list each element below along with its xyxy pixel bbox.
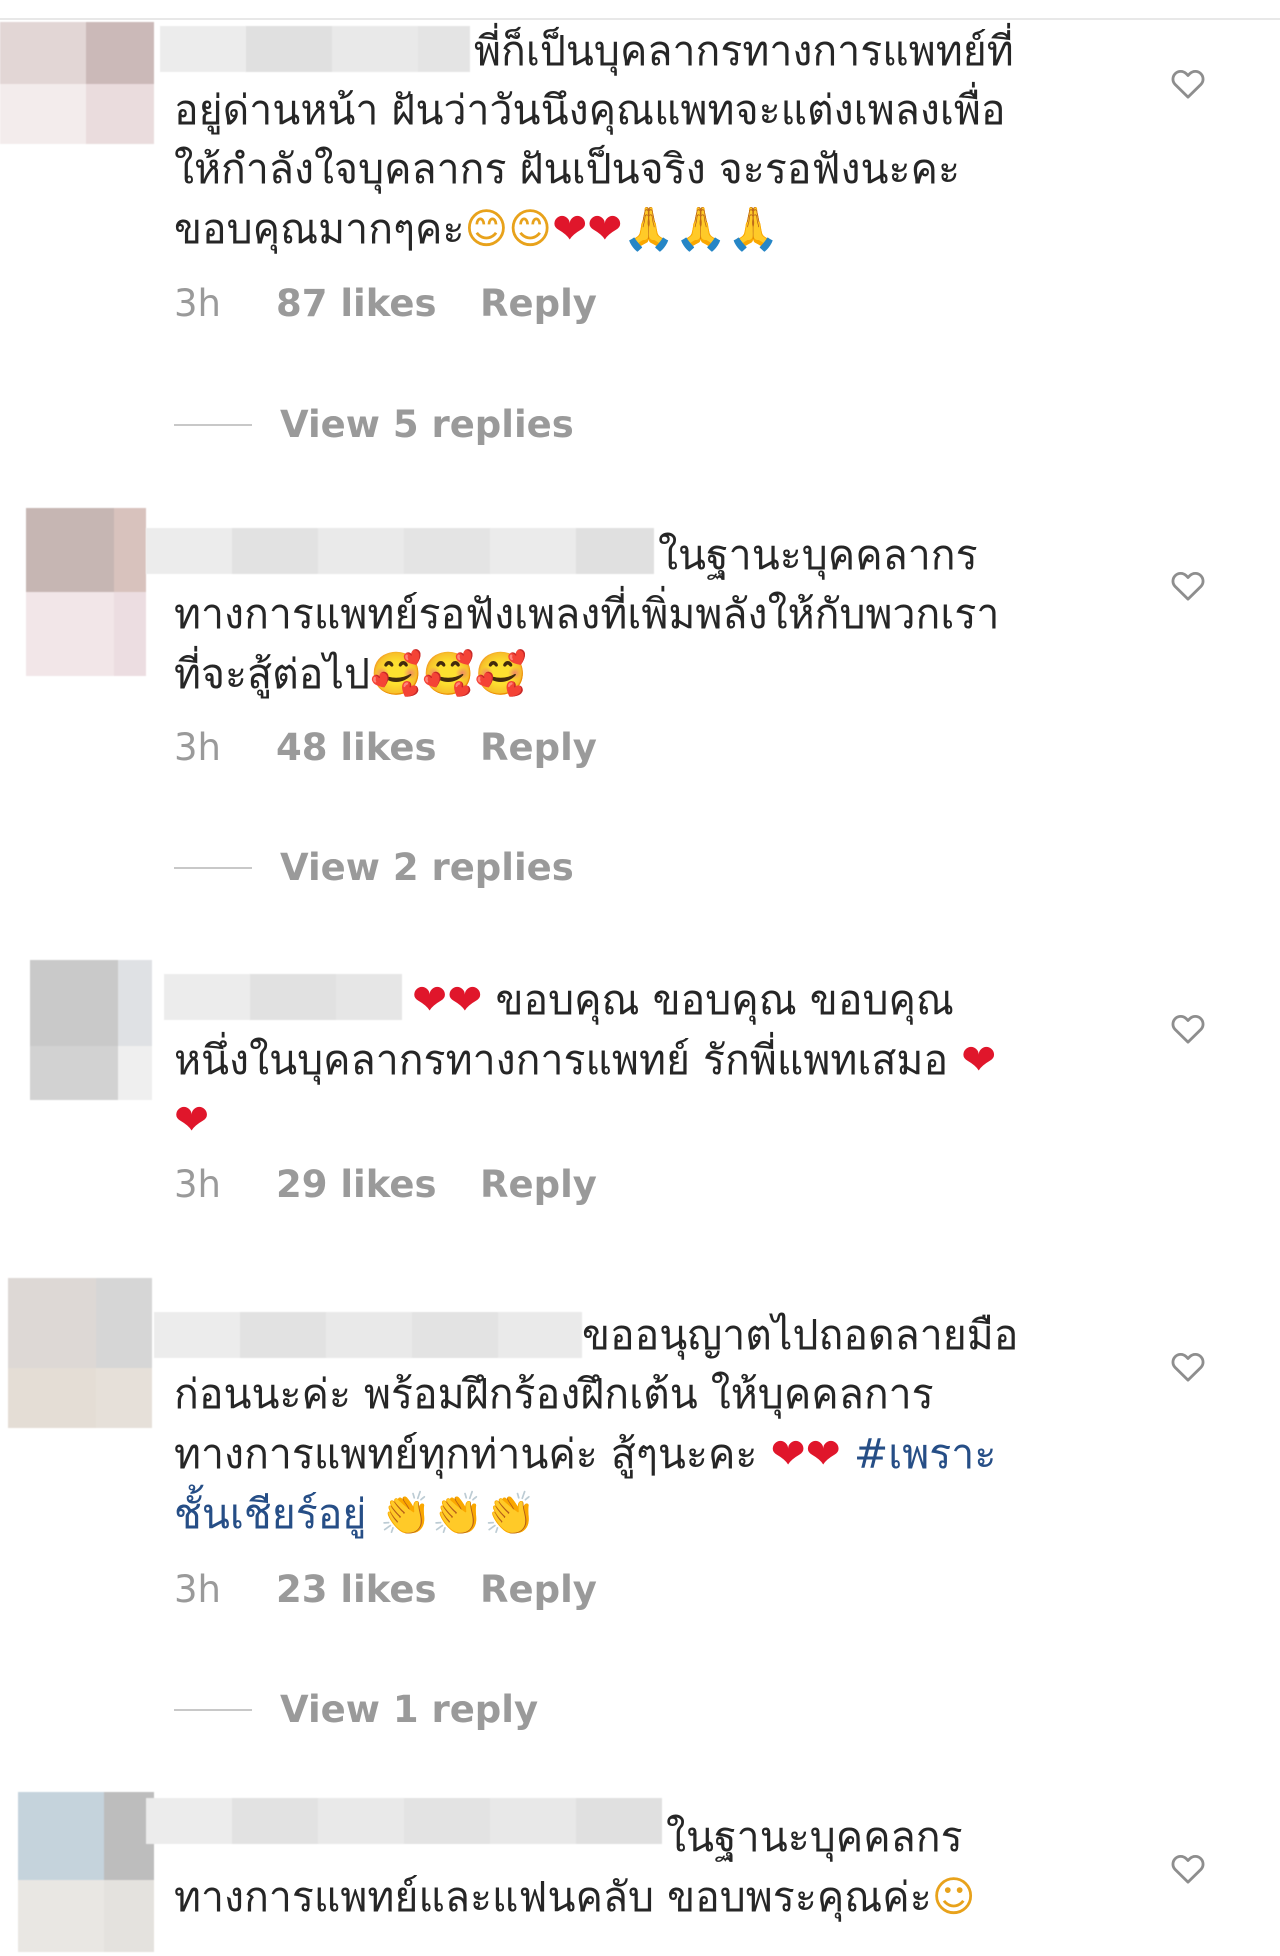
comment-text-line: ให้กำลังใจบุคลากร ฝันเป็นจริง จะรอฟังนะค… xyxy=(174,145,961,193)
heart-emoji: ❤ xyxy=(552,204,588,253)
clapping-emoji: 👏 xyxy=(379,1489,432,1538)
smile-emoji: ☺ xyxy=(931,1872,976,1921)
pray-emoji: 🙏 xyxy=(622,204,675,253)
comment-text-segment: ขอบคุณมากๆคะ xyxy=(174,205,465,253)
comment-meta: 3h 29 likes Reply xyxy=(174,1163,597,1206)
comment-text-segment: ที่จะสู้ต่อไป xyxy=(174,650,370,698)
comment-text-line: ชั้นเชียร์อยู่ 👏👏👏 xyxy=(174,1484,1094,1544)
top-divider xyxy=(0,18,1280,20)
clapping-emoji: 👏 xyxy=(484,1489,537,1538)
avatar[interactable] xyxy=(18,1792,154,1952)
likes-count[interactable]: 23 likes xyxy=(276,1568,480,1611)
comment-time: 3h xyxy=(174,1568,221,1611)
view-replies-label: View 1 reply xyxy=(280,1688,539,1731)
avatar[interactable] xyxy=(0,22,154,144)
comment-text-segment: ทางการแพทย์ทุกท่านค่ะ สู้ๆนะคะ xyxy=(174,1430,758,1478)
comment-text-line: ขออนุญาตไปถอดลายมือ xyxy=(582,1311,1019,1359)
comment-meta: 3h 87 likes Reply xyxy=(174,282,597,325)
heart-emoji: ❤ xyxy=(447,975,483,1024)
comment-text-segment: ทางการแพทย์และแฟนคลับ ขอบพระคุณค่ะ xyxy=(174,1873,932,1921)
heart-emoji: ❤ xyxy=(961,1035,997,1084)
pray-emoji: 🙏 xyxy=(727,204,780,253)
comment-text-line: พี่ก็เป็นบุคลากรทางการแพทย์ที่ xyxy=(474,27,1014,75)
likes-count[interactable]: 87 likes xyxy=(276,282,480,325)
comment-text-line: ทางการแพทย์ทุกท่านค่ะ สู้ๆนะคะ ❤❤ #เพราะ xyxy=(174,1424,1094,1484)
comment-text-line: ❤❤ ขอบคุณ ขอบคุณ ขอบคุณ xyxy=(174,970,1094,1030)
comment-time: 3h xyxy=(174,726,221,769)
heart-outline-icon[interactable] xyxy=(1168,1848,1208,1888)
heart-outline-icon[interactable] xyxy=(1168,1346,1208,1386)
comment-text-line: ❤ xyxy=(174,1090,1094,1150)
smiling-hearts-emoji: 🥰 xyxy=(422,649,475,698)
comment-text-line: อยู่ด่านหน้า ฝันว่าวันนึงคุณแพทจะแต่งเพล… xyxy=(174,86,1006,134)
heart-outline-icon[interactable] xyxy=(1168,63,1208,103)
likes-count[interactable]: 48 likes xyxy=(276,726,480,769)
comment-text-segment: ขอบคุณ ขอบคุณ ขอบคุณ xyxy=(495,976,954,1024)
comment-text-line: ในฐานะบุคคลกร xyxy=(666,1813,963,1861)
pray-emoji: 🙏 xyxy=(674,204,728,253)
heart-emoji: ❤ xyxy=(805,1429,841,1478)
comment-text: ในฐานะบุคคลากร ทางการแพทย์รอฟังเพลงที่เพ… xyxy=(174,526,1094,704)
smile-emoji: 😊 xyxy=(508,204,553,253)
heart-outline-icon[interactable] xyxy=(1168,1008,1208,1048)
view-replies-button[interactable]: View 5 replies xyxy=(174,403,574,446)
reply-button[interactable]: Reply xyxy=(480,1163,597,1206)
smiling-hearts-emoji: 🥰 xyxy=(474,649,527,698)
avatar[interactable] xyxy=(8,1278,152,1428)
avatar[interactable] xyxy=(26,508,146,676)
avatar[interactable] xyxy=(30,960,152,1100)
heart-emoji: ❤ xyxy=(412,975,448,1024)
reply-button[interactable]: Reply xyxy=(480,1568,597,1611)
comment-time: 3h xyxy=(174,1163,221,1206)
hashtag-link[interactable]: ชั้นเชียร์อยู่ xyxy=(174,1490,366,1538)
comment-text-line: ที่จะสู้ต่อไป🥰🥰🥰 xyxy=(174,644,1094,704)
heart-emoji: ❤ xyxy=(770,1429,806,1478)
heart-emoji: ❤ xyxy=(174,1095,210,1144)
smile-emoji: 😊 xyxy=(464,204,509,253)
comment-text-line: ในฐานะบุคคลากร xyxy=(658,531,978,579)
replies-divider xyxy=(174,423,252,426)
view-replies-label: View 2 replies xyxy=(280,846,574,889)
view-replies-label: View 5 replies xyxy=(280,403,574,446)
comment-text-line: ทางการแพทย์รอฟังเพลงที่เพิ่มพลังให้กับพว… xyxy=(174,590,1000,638)
comment-text-line: ขอบคุณมากๆคะ😊😊❤❤🙏🙏🙏 xyxy=(174,199,1094,259)
view-replies-button[interactable]: View 1 reply xyxy=(174,1688,538,1731)
comment-text-line: ทางการแพทย์และแฟนคลับ ขอบพระคุณค่ะ☺ xyxy=(174,1867,1094,1927)
comment-time: 3h xyxy=(174,282,221,325)
comment-text: พี่ก็เป็นบุคลากรทางการแพทย์ที่ อยู่ด่านห… xyxy=(174,22,1094,259)
comment-meta: 3h 48 likes Reply xyxy=(174,726,597,769)
smiling-hearts-emoji: 🥰 xyxy=(370,649,423,698)
comment-text-line: ก่อนนะค่ะ พร้อมฝึกร้องฝึกเต้น ให้บุคคลกา… xyxy=(174,1370,934,1418)
comment-text: ❤❤ ขอบคุณ ขอบคุณ ขอบคุณ หนึ่งในบุคลากรทา… xyxy=(174,970,1094,1150)
likes-count[interactable]: 29 likes xyxy=(276,1163,480,1206)
hashtag-link[interactable]: #เพราะ xyxy=(854,1430,996,1478)
heart-outline-icon[interactable] xyxy=(1168,565,1208,605)
clapping-emoji: 👏 xyxy=(431,1489,485,1538)
reply-button[interactable]: Reply xyxy=(480,282,597,325)
replies-divider xyxy=(174,1708,252,1711)
replies-divider xyxy=(174,866,252,869)
view-replies-button[interactable]: View 2 replies xyxy=(174,846,574,889)
comment-text: ขออนุญาตไปถอดลายมือ ก่อนนะค่ะ พร้อมฝึกร้… xyxy=(174,1306,1094,1544)
heart-emoji: ❤ xyxy=(587,204,623,253)
comment-text-line: หนึ่งในบุคลากรทางการแพทย์ รักพี่แพทเสมอ … xyxy=(174,1030,1094,1090)
comment-meta: 3h 23 likes Reply xyxy=(174,1568,597,1611)
reply-button[interactable]: Reply xyxy=(480,726,597,769)
comment-text-segment: หนึ่งในบุคลากรทางการแพทย์ รักพี่แพทเสมอ xyxy=(174,1036,949,1084)
comment-text: ในฐานะบุคคลกร ทางการแพทย์และแฟนคลับ ขอบพ… xyxy=(174,1808,1094,1927)
